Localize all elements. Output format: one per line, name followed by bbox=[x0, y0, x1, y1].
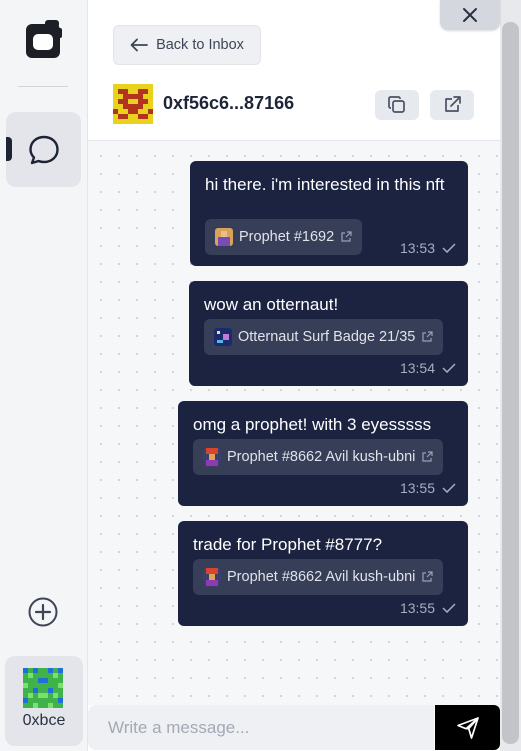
back-label: Back to Inbox bbox=[156, 37, 244, 53]
send-button[interactable] bbox=[435, 705, 500, 750]
nft-link-chip[interactable]: Prophet #8662 Avil kush-ubni bbox=[193, 439, 444, 475]
peer-avatar bbox=[113, 84, 153, 124]
nft-name: Prophet #8662 Avil kush-ubni bbox=[227, 569, 416, 585]
message-bubble: hi there. i'm interested in this nft Pro… bbox=[190, 161, 468, 266]
message-list[interactable]: hi there. i'm interested in this nft Pro… bbox=[88, 141, 500, 705]
external-link-icon bbox=[422, 331, 433, 342]
checkmark-icon bbox=[442, 363, 456, 373]
message-text: wow an otternaut! bbox=[204, 295, 339, 314]
checkmark-icon bbox=[442, 483, 456, 493]
message-text: trade for Prophet #8777? bbox=[193, 535, 383, 554]
close-button[interactable] bbox=[440, 0, 500, 30]
message-time: 13:55 bbox=[399, 480, 435, 496]
copy-icon bbox=[388, 96, 405, 113]
scrollbar-thumb[interactable] bbox=[502, 22, 519, 744]
nft-link-chip[interactable]: Prophet #1692 bbox=[205, 219, 363, 255]
external-link-icon bbox=[445, 96, 461, 112]
message-bubble: trade for Prophet #8777? Prophet #8662 A… bbox=[178, 521, 468, 626]
message-meta: 13:53 bbox=[400, 240, 456, 256]
message-text: omg a prophet! with 3 eyesssss bbox=[193, 415, 432, 434]
chat-bubble-icon bbox=[29, 135, 59, 165]
external-link-icon bbox=[341, 231, 352, 242]
open-external-button[interactable] bbox=[430, 90, 474, 120]
message-time: 13:54 bbox=[399, 360, 435, 376]
nft-name: Prophet #1692 bbox=[239, 229, 335, 245]
message-meta: 13:55 bbox=[400, 480, 456, 496]
left-rail: 0xbce bbox=[0, 0, 88, 751]
nft-thumbnail bbox=[203, 568, 221, 586]
account-button[interactable]: 0xbce bbox=[5, 656, 83, 746]
peer-address: 0xf56c6...87166 bbox=[163, 93, 295, 113]
nft-thumbnail bbox=[214, 328, 232, 346]
plus-circle-icon bbox=[28, 597, 58, 627]
external-link-icon bbox=[422, 451, 433, 462]
nft-link-chip[interactable]: Otternaut Surf Badge 21/35 bbox=[204, 319, 444, 355]
external-link-icon bbox=[422, 571, 433, 582]
add-conversation-button[interactable] bbox=[28, 597, 58, 627]
nft-thumbnail bbox=[203, 448, 221, 466]
send-icon bbox=[456, 716, 479, 739]
arrow-left-icon bbox=[130, 38, 148, 52]
copy-address-button[interactable] bbox=[375, 90, 419, 120]
message-time: 13:55 bbox=[399, 600, 435, 616]
back-to-inbox-button[interactable]: Back to Inbox bbox=[113, 25, 261, 65]
active-indicator bbox=[6, 137, 12, 161]
message-time: 13:53 bbox=[399, 240, 435, 256]
checkmark-icon bbox=[442, 243, 456, 253]
checkmark-icon bbox=[442, 603, 456, 613]
nft-thumbnail bbox=[215, 228, 233, 246]
message-meta: 13:54 bbox=[400, 360, 456, 376]
conversation-panel: Back to Inbox 0xf56c6...87166 hi there. … bbox=[88, 0, 500, 751]
message-input[interactable] bbox=[88, 705, 434, 750]
account-avatar bbox=[23, 668, 63, 708]
app-logo-icon[interactable] bbox=[25, 20, 63, 60]
nft-name: Otternaut Surf Badge 21/35 bbox=[238, 329, 416, 345]
message-bubble: wow an otternaut! Otternaut Surf Badge 2… bbox=[189, 281, 468, 386]
message-meta: 13:55 bbox=[400, 600, 456, 616]
message-bubble: omg a prophet! with 3 eyesssss Prophet #… bbox=[178, 401, 468, 506]
nft-link-chip[interactable]: Prophet #8662 Avil kush-ubni bbox=[193, 559, 444, 595]
nft-name: Prophet #8662 Avil kush-ubni bbox=[227, 449, 416, 465]
account-address: 0xbce bbox=[22, 712, 66, 729]
rail-divider bbox=[18, 86, 68, 87]
close-icon bbox=[463, 8, 477, 22]
rail-chat-button[interactable] bbox=[6, 112, 81, 187]
message-text: hi there. i'm interested in this nft bbox=[205, 175, 445, 194]
